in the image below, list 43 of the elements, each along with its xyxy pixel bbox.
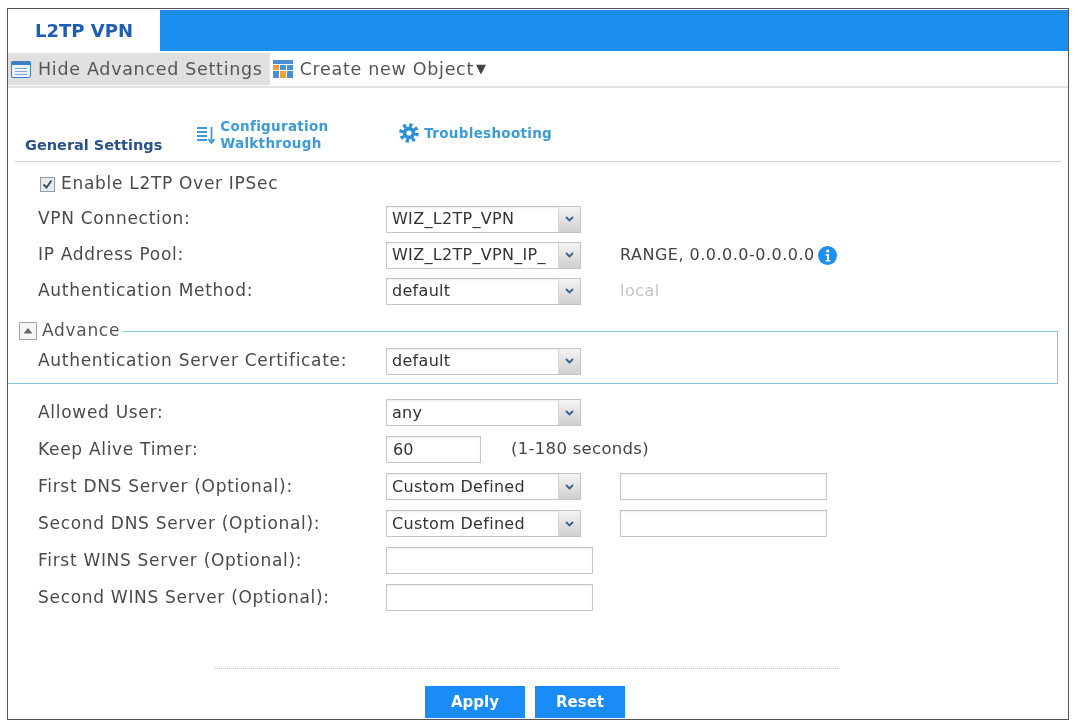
dropdown[interactable]: WIZ_L2TP_VPN_IP_ xyxy=(386,241,581,269)
input-field[interactable] xyxy=(386,547,593,574)
chevron-down-icon xyxy=(565,483,574,490)
gear-icon xyxy=(399,123,420,143)
input-field[interactable] xyxy=(386,584,593,611)
toolbar-button[interactable]: Create new Object▼ xyxy=(269,53,493,85)
field-label: VPN Connection: xyxy=(38,207,192,231)
dropdown[interactable]: default xyxy=(386,347,581,375)
hint-text: local xyxy=(620,280,660,302)
chevron-down-icon xyxy=(565,288,574,294)
chevron-down-icon xyxy=(565,252,574,258)
field-label: Authentication Server Certificate: xyxy=(38,349,349,373)
input-field[interactable]: 60 xyxy=(386,436,481,463)
field-label: Authentication Method: xyxy=(38,279,255,303)
dropdown[interactable]: default xyxy=(386,277,581,305)
field-label: Second WINS Server (Optional): xyxy=(38,585,331,609)
dropdown[interactable]: Custom Defined xyxy=(386,473,581,500)
window-list-icon xyxy=(11,60,31,78)
list-arrow-icon xyxy=(196,126,216,145)
input-field[interactable] xyxy=(620,473,827,500)
triangle-up-icon[interactable] xyxy=(19,322,37,340)
field-label: Allowed User: xyxy=(38,400,165,424)
section-title: General Settings xyxy=(25,136,163,156)
grid-icon xyxy=(272,60,293,78)
checkbox[interactable] xyxy=(40,176,55,192)
field-label: Keep Alive Timer: xyxy=(38,437,200,461)
chevron-down-icon xyxy=(565,409,574,416)
field-label: First WINS Server (Optional): xyxy=(38,548,304,572)
chevron-down-icon xyxy=(565,216,574,222)
dropdown[interactable]: WIZ_L2TP_VPN xyxy=(386,205,581,233)
checkbox-label: Enable L2TP Over IPSec xyxy=(61,172,279,196)
dropdown[interactable]: any xyxy=(386,399,581,426)
dropdown[interactable]: Custom Defined xyxy=(386,510,581,537)
field-label: First DNS Server (Optional): xyxy=(38,474,294,498)
chevron-down-icon xyxy=(565,520,574,527)
range-text: RANGE, 0.0.0.0-0.0.0.0 xyxy=(620,244,815,266)
field-label: Second DNS Server (Optional): xyxy=(38,511,322,535)
toolbar-button[interactable]: Hide Advanced Settings xyxy=(8,53,270,85)
unit-hint: (1-180 seconds) xyxy=(511,438,649,461)
field-label: IP Address Pool: xyxy=(38,243,185,267)
info-icon[interactable] xyxy=(817,245,837,265)
input-field[interactable] xyxy=(620,510,827,537)
chevron-down-icon xyxy=(565,358,574,364)
